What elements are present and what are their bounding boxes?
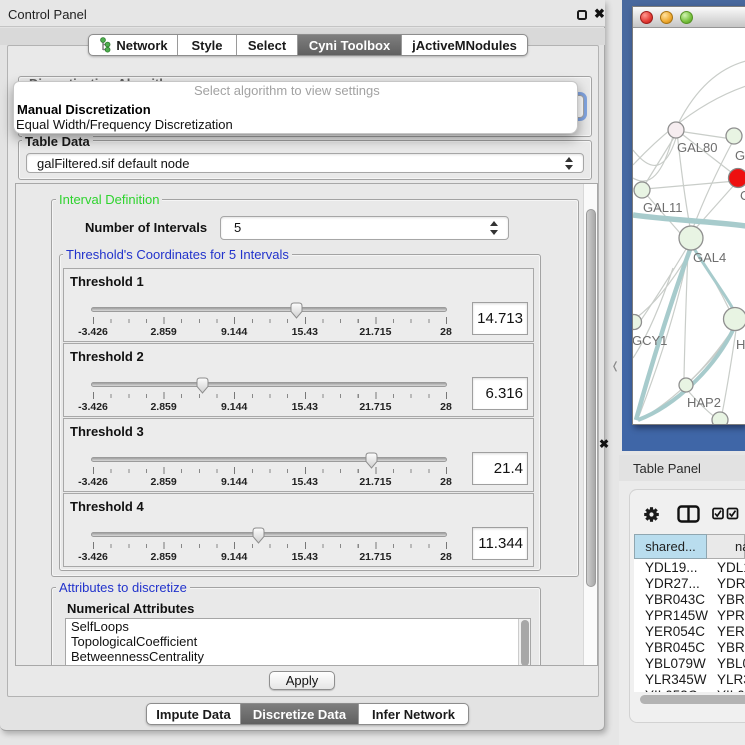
svg-text:GCY1: GCY1 xyxy=(633,333,667,348)
svg-text:GAL11: GAL11 xyxy=(643,200,683,215)
svg-text:HAP2: HAP2 xyxy=(687,395,721,410)
svg-text:GAL80: GAL80 xyxy=(677,140,717,155)
svg-text:GAL4: GAL4 xyxy=(693,250,726,265)
svg-text:C: C xyxy=(740,188,745,203)
svg-text:H: H xyxy=(736,337,745,352)
svg-text:G: G xyxy=(735,148,745,163)
